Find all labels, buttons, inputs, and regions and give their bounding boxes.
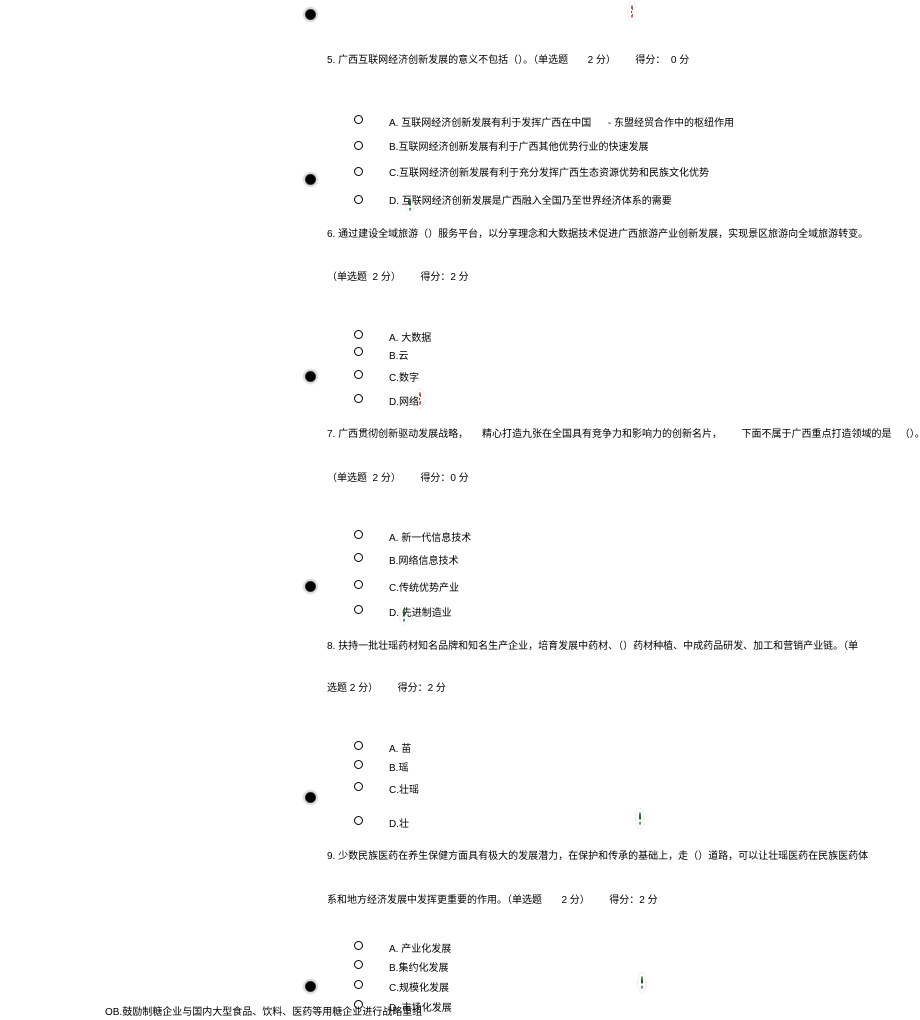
q7-radio-d[interactable] [354,605,363,614]
q5-option-b[interactable]: B.互联网经济创新发展有利于广西其他优势行业的快速发展 [389,141,648,155]
q8-option-b[interactable]: B.瑶 [389,762,408,776]
q5-radio-a[interactable] [354,115,363,124]
q5-option-d[interactable]: D. 互联网经济创新发展是广西融入全国乃至世界经济体系的需要 [389,195,672,209]
q5-radio-c[interactable] [354,167,363,176]
q8-radio-c[interactable] [354,782,363,791]
q9-stem: 9. 少数民族医药在养生保健方面具有极大的发展潜力，在保护和传承的基础上，走（）… [327,850,868,864]
q8-radio-b[interactable] [354,760,363,769]
q8-meta: 选题 2 分） 得分：2 分 [327,682,446,696]
exam-page: 5. 广西互联网经济创新发展的意义不包括（）。（单选题 2 分） 得分： 0 分… [0,0,920,1017]
right-icon [639,812,641,825]
q9-radio-a[interactable] [354,941,363,950]
q7-radio-a[interactable] [354,530,363,539]
right-icon [641,976,643,989]
wrong-icon [419,392,421,405]
q9-radio-c[interactable] [354,980,363,989]
page-hole-dot [306,372,315,381]
q7-stem: 7. 广西贯彻创新驱动发展战略， 精心打造九张在全国具有竞争力和影响力的创新名片… [327,428,920,442]
q6-meta: （单选题 2 分） 得分：2 分 [327,271,469,285]
q6-option-c[interactable]: C.数字 [389,372,419,386]
q8-option-d[interactable]: D.壮 [389,818,409,832]
page-hole-dot [306,982,315,991]
page-hole-dot [306,175,315,184]
q6-option-a[interactable]: A. 大数据 [389,332,431,346]
q7-option-b[interactable]: B.网络信息技术 [389,555,458,569]
q5-option-a[interactable]: A. 互联网经济创新发展有利于发挥广西在中国 - 东盟经贸合作中的枢纽作用 [389,117,734,131]
q5-option-c[interactable]: C.互联网经济创新发展有利于充分发挥广西生态资源优势和民族文化优势 [389,167,709,181]
q9-option-a[interactable]: A. 产业化发展 [389,943,451,957]
q8-stem: 8. 扶持一批壮瑶药材知名品牌和知名生产企业，培育发展中药材、（）药材种植、中成… [327,640,858,654]
q6-stem: 6. 通过建设全域旅游（）服务平台，以分享理念和大数据技术促进广西旅游产业创新发… [327,228,868,242]
q7-option-d[interactable]: D. 先进制造业 [389,607,452,621]
footer-fragment: OB.鼓励制糖企业与国内大型食品、饮料、医药等用糖企业进行战略重组 [105,1006,422,1020]
q8-option-c[interactable]: C.壮瑶 [389,784,419,798]
q7-radio-b[interactable] [354,553,363,562]
q8-radio-d[interactable] [354,816,363,825]
q7-option-c[interactable]: C.传统优势产业 [389,582,459,596]
wrong-icon [631,5,633,18]
q8-option-a[interactable]: A. 苗 [389,743,411,757]
q9-option-b[interactable]: B.集约化发展 [389,962,448,976]
page-hole-dot [306,793,315,802]
q6-option-b[interactable]: B.云 [389,350,408,364]
q9-radio-b[interactable] [354,960,363,969]
q5-stem: 5. 广西互联网经济创新发展的意义不包括（）。（单选题 2 分） 得分： 0 分 [327,54,689,68]
q5-radio-b[interactable] [354,141,363,150]
q9-option-c[interactable]: C.规模化发展 [389,982,449,996]
q6-radio-b[interactable] [354,347,363,356]
q5-radio-d[interactable] [354,195,363,204]
q7-option-a[interactable]: A. 新一代信息技术 [389,532,471,546]
q6-radio-c[interactable] [354,370,363,379]
q8-radio-a[interactable] [354,741,363,750]
q6-radio-d[interactable] [354,394,363,403]
q9-meta: 系和地方经济发展中发挥更重要的作用。（单选题 2 分） 得分：2 分 [327,894,658,908]
q6-radio-a[interactable] [354,330,363,339]
q7-radio-c[interactable] [354,580,363,589]
page-hole-dot [306,582,315,591]
page-hole-dot [306,10,315,19]
q7-meta: （单选题 2 分） 得分：0 分 [327,472,469,486]
q6-option-d[interactable]: D.网络 [389,396,419,410]
